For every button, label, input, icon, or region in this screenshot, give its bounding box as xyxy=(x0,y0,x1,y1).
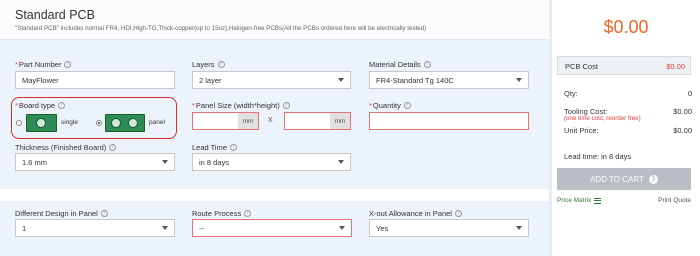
lead-time-select[interactable]: in 8 days xyxy=(192,153,351,171)
info-icon[interactable]: ? xyxy=(244,210,252,217)
info-icon[interactable]: ? xyxy=(282,102,290,109)
chevron-down-icon xyxy=(516,78,522,82)
layers-label: Layers ? xyxy=(192,60,225,69)
quantity-input[interactable] xyxy=(369,112,529,130)
chevron-down-icon xyxy=(162,160,168,164)
lead-time-value: in 8 days xyxy=(199,157,230,167)
layers-label-text: Layers xyxy=(192,60,215,69)
thickness-label: Thickness (Finished Board) ? xyxy=(15,143,117,152)
qty-label: Qty: xyxy=(564,89,578,98)
lead-time-summary: Lead time: in 8 days xyxy=(564,152,632,161)
info-icon[interactable]: ? xyxy=(109,144,117,151)
material-select[interactable]: FR4-Standard Tg 140C xyxy=(369,71,529,89)
chevron-down-icon xyxy=(338,160,344,164)
diff-design-select[interactable]: 1 xyxy=(15,219,175,237)
part-number-label-text: Part Number xyxy=(18,60,62,69)
board-type-label-text: Board type xyxy=(18,101,56,110)
board-type-panel-label[interactable]: panel xyxy=(149,119,165,126)
page-subtitle: "Standard PCB" includes normal FR4, HDI,… xyxy=(15,25,427,32)
info-icon[interactable]: ? xyxy=(454,210,462,217)
route-label-text: Route Process xyxy=(192,209,242,218)
material-value: FR4-Standard Tg 140C xyxy=(376,75,454,85)
add-to-cart-label: ADD TO CART xyxy=(590,174,644,184)
pcb-order-form: Standard PCB "Standard PCB" includes nor… xyxy=(0,0,549,256)
info-icon[interactable]: ? xyxy=(58,102,66,109)
page-title: Standard PCB xyxy=(15,8,95,22)
board-type-label: * Board type ? xyxy=(15,101,66,110)
price-matrix-label: Price Matrix xyxy=(557,197,592,204)
panel-size-label: * Panel Size (width*height) ? xyxy=(192,101,290,110)
material-label: Material Details ? xyxy=(369,60,431,69)
board-type-panel-radio[interactable] xyxy=(96,120,102,126)
lead-time-label-text: Lead Time xyxy=(192,143,228,152)
panel-height-input[interactable]: mm xyxy=(284,112,351,130)
thickness-select[interactable]: 1.6 mm xyxy=(15,153,175,171)
xout-value: Yes xyxy=(376,223,389,233)
part-number-input[interactable]: MayFlower xyxy=(15,71,175,89)
tooling-value: $0.00 xyxy=(673,107,692,116)
chevron-down-icon xyxy=(339,226,345,230)
qty-value: 0 xyxy=(687,89,692,98)
price-matrix-link[interactable]: Price Matrix xyxy=(557,197,602,204)
diff-design-label-text: Different Design in Panel xyxy=(15,209,98,218)
panel-width-input[interactable]: mm xyxy=(192,112,259,130)
info-icon[interactable]: ? xyxy=(217,61,225,68)
panel-size-label-text: Panel Size (width*height) xyxy=(195,101,280,110)
layers-value: 2 layer xyxy=(199,75,222,85)
layers-select[interactable]: 2 layer xyxy=(192,71,351,89)
material-label-text: Material Details xyxy=(369,60,421,69)
part-number-label: * Part Number ? xyxy=(15,60,72,69)
form-header: Standard PCB "Standard PCB" includes nor… xyxy=(0,0,549,40)
diff-design-value: 1 xyxy=(22,223,27,233)
pcb-cost-label: PCB Cost xyxy=(565,62,598,71)
board-type-single-label[interactable]: single xyxy=(61,119,78,126)
chevron-down-icon xyxy=(162,226,168,230)
info-icon[interactable]: ? xyxy=(403,102,411,109)
info-icon[interactable]: ? xyxy=(100,210,108,217)
print-quote-link[interactable]: Print Quote xyxy=(658,197,691,204)
unit-mm-label: mm xyxy=(238,113,258,129)
required-mark: * xyxy=(192,101,195,110)
thickness-value: 1.6 mm xyxy=(22,157,48,167)
xout-label-text: X-out Allowance in Panel xyxy=(369,209,452,218)
info-icon[interactable]: ? xyxy=(64,61,72,68)
required-mark: * xyxy=(15,101,18,110)
xout-label: X-out Allowance in Panel ? xyxy=(369,209,462,218)
required-mark: * xyxy=(369,101,372,110)
route-process-value: -- xyxy=(199,223,204,233)
route-label: Route Process ? xyxy=(192,209,252,218)
info-icon[interactable]: ? xyxy=(423,61,431,68)
qty-row: Qty: 0 xyxy=(564,89,692,98)
unit-mm-label: mm xyxy=(330,113,350,129)
unit-price-label: Unit Price: xyxy=(564,126,599,135)
route-process-select[interactable]: -- xyxy=(192,219,352,237)
chevron-down-icon xyxy=(516,226,522,230)
section-separator xyxy=(0,189,549,201)
unit-price-row: Unit Price: $0.00 xyxy=(564,126,692,135)
required-mark: * xyxy=(15,60,18,69)
info-icon[interactable]: ? xyxy=(230,144,238,151)
thickness-label-text: Thickness (Finished Board) xyxy=(15,143,107,152)
chevron-down-icon xyxy=(338,78,344,82)
diff-design-label: Different Design in Panel ? xyxy=(15,209,108,218)
order-summary: $0.00 PCB Cost $0.00 Qty: 0 Tooling Cost… xyxy=(552,0,700,256)
pcb-cost-value: $0.00 xyxy=(666,62,685,71)
xout-select[interactable]: Yes xyxy=(369,219,529,237)
add-to-cart-button[interactable]: ADD TO CART ❯ xyxy=(557,168,691,190)
board-type-single-radio[interactable] xyxy=(16,120,22,126)
menu-icon xyxy=(594,197,602,204)
single-board-icon xyxy=(26,114,57,132)
unit-price-value: $0.00 xyxy=(673,126,692,135)
pcb-cost-bar: PCB Cost $0.00 xyxy=(557,56,691,75)
arrow-right-icon: ❯ xyxy=(648,174,658,184)
times-sign: X xyxy=(268,117,273,124)
panel-board-icon xyxy=(105,114,145,132)
tooling-note: (one time cost, reorder free) xyxy=(564,115,641,122)
quantity-label-text: Quantity xyxy=(372,101,401,110)
lead-time-label: Lead Time ? xyxy=(192,143,238,152)
quantity-label: * Quantity ? xyxy=(369,101,411,110)
total-price: $0.00 xyxy=(603,17,649,37)
